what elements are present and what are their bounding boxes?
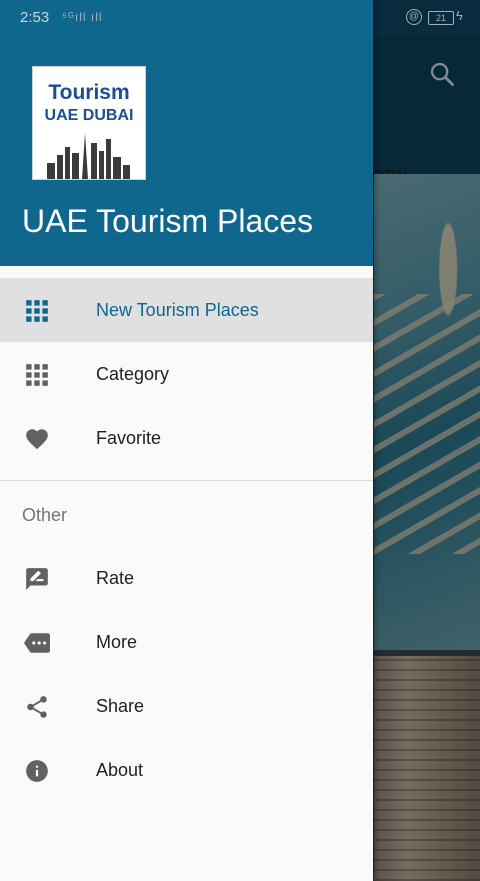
nav-item-about[interactable]: About	[0, 738, 373, 802]
status-bar: 2:53 ⁵ᴳıll ıll @ 21 ϟ	[0, 0, 480, 36]
more-icon	[24, 633, 50, 653]
app-title: UAE Tourism Places	[22, 203, 314, 239]
grid-icon	[26, 364, 48, 386]
nav-item-label: About	[96, 760, 144, 780]
nav-item-more[interactable]: More	[0, 610, 373, 674]
nav-item-share[interactable]: Share	[0, 674, 373, 738]
drawer-header: Tourism UAE DUBAI UAE Tourism Places	[0, 0, 373, 266]
info-icon	[26, 760, 48, 782]
nav-item-rate[interactable]: Rate	[0, 546, 373, 610]
logo-text-tourism: Tourism	[48, 81, 130, 104]
share-icon	[27, 696, 47, 718]
nav-item-label: More	[96, 632, 138, 652]
nav-item-label: Category	[96, 364, 170, 384]
nav-item-new-tourism-places[interactable]: New Tourism Places	[0, 278, 373, 342]
nav-item-category[interactable]: Category	[0, 342, 373, 406]
nav-item-favorite[interactable]: Favorite	[0, 406, 373, 470]
nav-item-label: Rate	[96, 568, 135, 588]
section-header-other: Other	[22, 505, 68, 525]
drawer-divider	[0, 480, 373, 481]
status-time: 2:53	[20, 9, 50, 26]
at-icon: @	[406, 9, 422, 25]
rate-review-icon	[26, 568, 48, 590]
grid-icon	[26, 300, 48, 322]
heart-icon	[26, 429, 48, 450]
skyline-icon	[47, 133, 130, 179]
charging-icon: ϟ	[456, 8, 463, 23]
app-logo: Tourism UAE DUBAI	[32, 66, 146, 180]
navigation-drawer: Tourism UAE DUBAI UAE Tourism Places New…	[0, 0, 373, 881]
nav-item-label: Favorite	[96, 428, 162, 448]
battery-icon: 21	[428, 11, 454, 25]
logo-text-uae-dubai: UAE DUBAI	[44, 107, 134, 124]
nav-item-label: New Tourism Places	[96, 300, 259, 320]
signal-icon: ⁵ᴳıll ıll	[62, 10, 103, 24]
nav-item-label: Share	[96, 696, 145, 716]
